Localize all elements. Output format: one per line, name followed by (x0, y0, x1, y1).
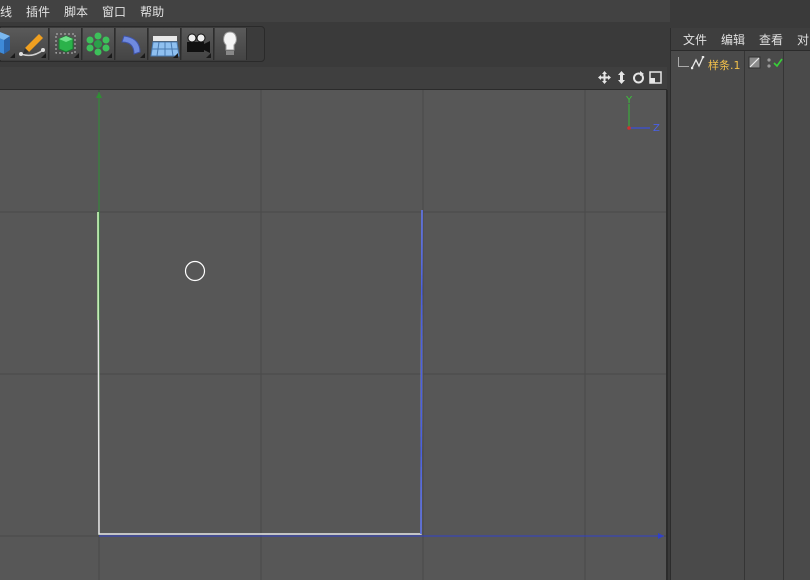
viewport-3d[interactable]: Y Z (0, 90, 668, 580)
maximize-view-icon[interactable] (648, 70, 663, 85)
cursor-circle (184, 260, 206, 282)
menu-help[interactable]: 帮助 (140, 3, 174, 20)
menu-window[interactable]: 窗口 (102, 3, 136, 20)
menu-plugins[interactable]: 插件 (26, 3, 60, 20)
spline-path (97, 209, 423, 535)
main-menubar: 线 插件 脚本 窗口 帮助 (0, 0, 670, 22)
world-axis-z-arrow (658, 533, 664, 539)
om-menu-file[interactable]: 文件 (683, 31, 707, 48)
menu-spline[interactable]: 线 (0, 3, 22, 20)
gizmo-z-label: Z (653, 123, 660, 134)
om-menu-objects[interactable]: 对 (797, 31, 809, 48)
spline-end-segment (420, 209, 423, 535)
axis-gizmo: Y Z (625, 95, 660, 134)
om-menu-view[interactable]: 查看 (759, 31, 783, 48)
light-bulb-icon (223, 31, 237, 55)
spline-object-icon (691, 56, 705, 70)
light-tool-button[interactable] (215, 28, 247, 60)
floor-tool-button[interactable] (149, 28, 181, 60)
move-view-icon[interactable] (597, 70, 612, 85)
rotate-view-icon[interactable] (631, 70, 646, 85)
viewport-grid (0, 90, 666, 580)
enabled-check-icon[interactable] (772, 56, 784, 70)
world-axis-y-arrow (96, 92, 102, 98)
viewport-canvas: Y Z (0, 90, 666, 580)
subdivision-tool-button[interactable] (50, 28, 82, 60)
object-toolbar (0, 26, 265, 62)
cloner-tool-button[interactable] (83, 28, 115, 60)
object-list: 样条.1 (671, 51, 810, 580)
deformer-tool-button[interactable] (116, 28, 148, 60)
gizmo-origin (627, 126, 631, 130)
om-menu-edit[interactable]: 编辑 (721, 31, 745, 48)
pen-tool-button[interactable] (17, 28, 49, 60)
camera-tool-button[interactable] (182, 28, 214, 60)
zoom-view-icon[interactable] (614, 70, 629, 85)
menu-script[interactable]: 脚本 (64, 3, 98, 20)
viewport-header (0, 67, 667, 90)
gizmo-y-label: Y (625, 95, 633, 106)
object-manager-panel: 文件 编辑 查看 对 样条.1 (670, 28, 810, 580)
tree-connector-icon (678, 57, 689, 67)
object-name[interactable]: 样条.1 (708, 57, 741, 73)
object-row[interactable]: 样条.1 (671, 55, 810, 73)
object-manager-menubar: 文件 编辑 查看 对 (671, 28, 810, 51)
editable-tag-icon[interactable] (748, 56, 762, 70)
cube-tool-button[interactable] (0, 28, 18, 60)
